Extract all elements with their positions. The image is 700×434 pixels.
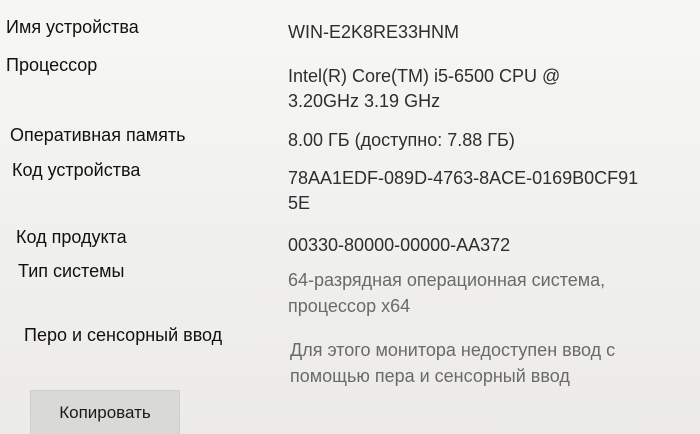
system-type-label: Тип системы [18,261,125,281]
device-name-value: WIN-E2K8RE33HNM [288,22,460,42]
device-id-label: Код устройства [12,160,141,180]
processor-value-line2: 3.20GHz 3.19 GHz [288,91,441,111]
system-type-value-line2: процессор x64 [288,296,411,316]
pen-touch-value-line2: помощью пера и сенсорный ввод [290,366,570,386]
system-type-value-line1: 64-разрядная операционная система, [288,270,606,290]
pen-touch-label: Перо и сенсорный ввод [24,325,223,345]
ram-label: Оперативная память [10,125,186,145]
device-id-value-line1: 78AA1EDF-089D-4763-8ACE-0169B0CF91 [288,168,639,188]
device-specifications-panel: Имя устройства WIN-E2K8RE33HNM Процессор… [0,0,700,434]
processor-value-line1: Intel(R) Core(TM) i5-6500 CPU @ [288,66,561,86]
processor-label: Процессор [6,55,98,75]
device-name-label: Имя устройства [6,17,139,37]
ram-value: 8.00 ГБ (доступно: 7.88 ГБ) [288,130,515,150]
copy-button[interactable]: Копировать [30,390,180,434]
pen-touch-value-line1: Для этого монитора недоступен ввод с [290,340,616,360]
product-id-value: 00330-80000-00000-AA372 [288,235,511,255]
product-id-label: Код продукта [16,227,127,247]
device-id-value-line2: 5E [288,193,311,213]
